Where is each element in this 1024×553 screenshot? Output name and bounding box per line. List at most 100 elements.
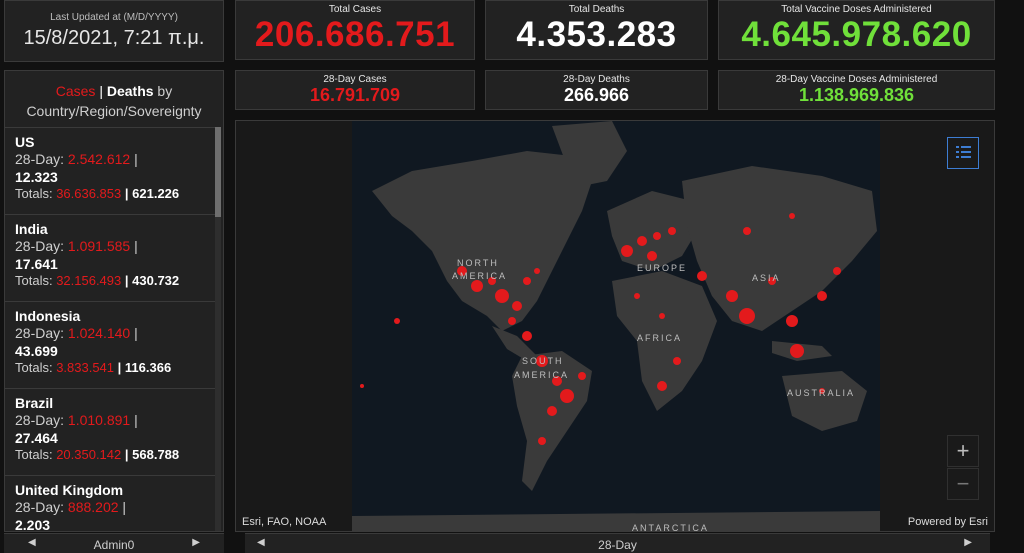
marker[interactable] — [786, 315, 798, 327]
totals-prefix: Totals: — [15, 186, 57, 201]
marker[interactable] — [471, 280, 483, 292]
totals-line: Totals: 32.156.493 | 430.732 — [15, 272, 207, 290]
day28-prefix: 28-Day: — [15, 412, 68, 428]
day28-cases: 2.542.612 — [67, 151, 131, 167]
totals-prefix: Totals: — [15, 447, 57, 462]
header-by: by — [153, 83, 173, 99]
total-deaths-panel: Total Deaths 4.353.283 — [485, 0, 708, 60]
list-item[interactable]: Brazil 28-Day: 1.010.891 | 27.464 Totals: … — [5, 388, 217, 475]
list-item[interactable]: India 28-Day: 1.091.585 | 17.641 Totals: 3… — [5, 214, 217, 301]
marker[interactable] — [659, 313, 665, 319]
map-attribution[interactable]: Esri, FAO, NOAA — [242, 516, 326, 528]
last-updated-label: Last Updated at (M/D/YYYY) — [50, 12, 178, 23]
day28-deaths-panel: 28-Day Deaths 266.966 — [485, 70, 708, 110]
label-europe: EUROPE — [637, 263, 687, 273]
day28-cases: 1.010.891 — [67, 412, 131, 428]
dashboard: Last Updated at (M/D/YYYY) 15/8/2021, 7:… — [0, 0, 1024, 553]
marker[interactable] — [578, 372, 586, 380]
label-north-america-1: NORTH — [457, 258, 499, 268]
day28-cases: 888.202 — [67, 499, 119, 515]
list-legend-icon — [956, 146, 971, 158]
totals-line: Totals: 36.636.853 | 621.226 — [15, 185, 207, 203]
totals-prefix: Totals: — [15, 273, 57, 288]
total-cases-panel: Total Cases 206.686.751 — [235, 0, 475, 60]
marker[interactable] — [621, 245, 633, 257]
total-deaths-value: 4.353.283 — [516, 15, 677, 54]
country-list-header: Cases | Deaths by Country/Region/Soverei… — [5, 71, 223, 121]
marker[interactable] — [360, 384, 364, 388]
zoom-in-button[interactable]: + — [947, 435, 979, 467]
marker[interactable] — [653, 232, 661, 240]
list-scrollbar-thumb[interactable] — [215, 127, 221, 217]
marker[interactable] — [512, 301, 522, 311]
day28-cases-label: 28-Day Cases — [323, 74, 387, 85]
label-south-america-2: AMERICA — [514, 370, 569, 380]
last-updated-value: 15/8/2021, 7:21 π.μ. — [23, 27, 205, 49]
total-deaths: 621.226 — [132, 186, 180, 201]
zoom-out-button[interactable]: − — [947, 468, 979, 500]
list-item[interactable]: US 28-Day: 2.542.612 | 12.323 Totals: 36.6… — [5, 127, 217, 214]
marker[interactable] — [534, 268, 540, 274]
marker[interactable] — [790, 344, 804, 358]
label-australia: AUSTRALIA — [787, 388, 855, 398]
day28-line: 28-Day: 1.010.891 | — [15, 411, 207, 430]
list-item[interactable]: Indonesia 28-Day: 1.024.140 | 43.699 Total… — [5, 301, 217, 388]
marker[interactable] — [560, 389, 574, 403]
day28-line: 28-Day: 888.202 | — [15, 498, 207, 517]
legend-button[interactable] — [947, 137, 979, 169]
australia-shape — [782, 371, 867, 431]
total-cases: 36.636.853 — [56, 186, 122, 201]
pipe-separator: | — [118, 499, 127, 515]
marker[interactable] — [789, 213, 795, 219]
list-scrollbar[interactable] — [215, 127, 221, 531]
list-footer-label[interactable]: Admin0 — [4, 538, 224, 552]
marker[interactable] — [668, 227, 676, 235]
asia-shape — [682, 166, 877, 331]
land-masses — [352, 121, 880, 531]
pipe-separator: | — [121, 186, 133, 201]
day28-cases: 1.091.585 — [67, 238, 131, 254]
map-panel[interactable]: NORTH AMERICA SOUTH AMERICA EUROPE ASIA … — [235, 120, 995, 532]
marker[interactable] — [508, 317, 516, 325]
marker[interactable] — [647, 251, 657, 261]
marker[interactable] — [495, 289, 509, 303]
marker[interactable] — [697, 271, 707, 281]
total-vaccines-label: Total Vaccine Doses Administered — [781, 4, 932, 15]
total-cases: 32.156.493 — [56, 273, 122, 288]
marker[interactable] — [394, 318, 400, 324]
label-north-america-2: AMERICA — [452, 271, 507, 281]
marker[interactable] — [739, 308, 755, 324]
world-map[interactable]: NORTH AMERICA SOUTH AMERICA EUROPE ASIA … — [352, 121, 880, 531]
powered-by-esri[interactable]: Powered by Esri — [908, 516, 988, 528]
marker[interactable] — [522, 331, 532, 341]
country-name: Indonesia — [15, 308, 81, 324]
day28-prefix: 28-Day: — [15, 238, 68, 254]
map-footer-label[interactable]: 28-Day — [245, 538, 990, 552]
marker[interactable] — [634, 293, 640, 299]
day28-deaths: 2.203 — [15, 517, 51, 532]
label-south-america-1: SOUTH — [522, 356, 564, 366]
marker[interactable] — [637, 236, 647, 246]
marker[interactable] — [726, 290, 738, 302]
tab-deaths[interactable]: Deaths — [107, 83, 154, 99]
country-name: India — [15, 221, 48, 237]
day28-line: 28-Day: 2.542.612 | — [15, 150, 207, 169]
label-asia: ASIA — [752, 273, 781, 283]
tab-cases[interactable]: Cases — [56, 83, 96, 99]
marker[interactable] — [547, 406, 557, 416]
total-cases-value: 206.686.751 — [254, 15, 456, 54]
marker[interactable] — [657, 381, 667, 391]
marker[interactable] — [833, 267, 841, 275]
marker[interactable] — [673, 357, 681, 365]
total-vaccines-panel: Total Vaccine Doses Administered 4.645.9… — [718, 0, 995, 60]
list-item[interactable]: United Kingdom28-Day: 888.202 | 2.203Tot… — [5, 475, 217, 532]
country-list[interactable]: US 28-Day: 2.542.612 | 12.323 Totals: 36.6… — [5, 127, 217, 532]
totals-line: Totals: 20.350.142 | 568.788 — [15, 446, 207, 464]
next-list-arrow-icon[interactable]: ▶ — [192, 537, 200, 548]
marker[interactable] — [523, 277, 531, 285]
next-map-arrow-icon[interactable]: ▶ — [964, 537, 972, 548]
total-cases: 3.833.541 — [56, 360, 115, 375]
marker[interactable] — [538, 437, 546, 445]
marker[interactable] — [743, 227, 751, 235]
marker[interactable] — [817, 291, 827, 301]
